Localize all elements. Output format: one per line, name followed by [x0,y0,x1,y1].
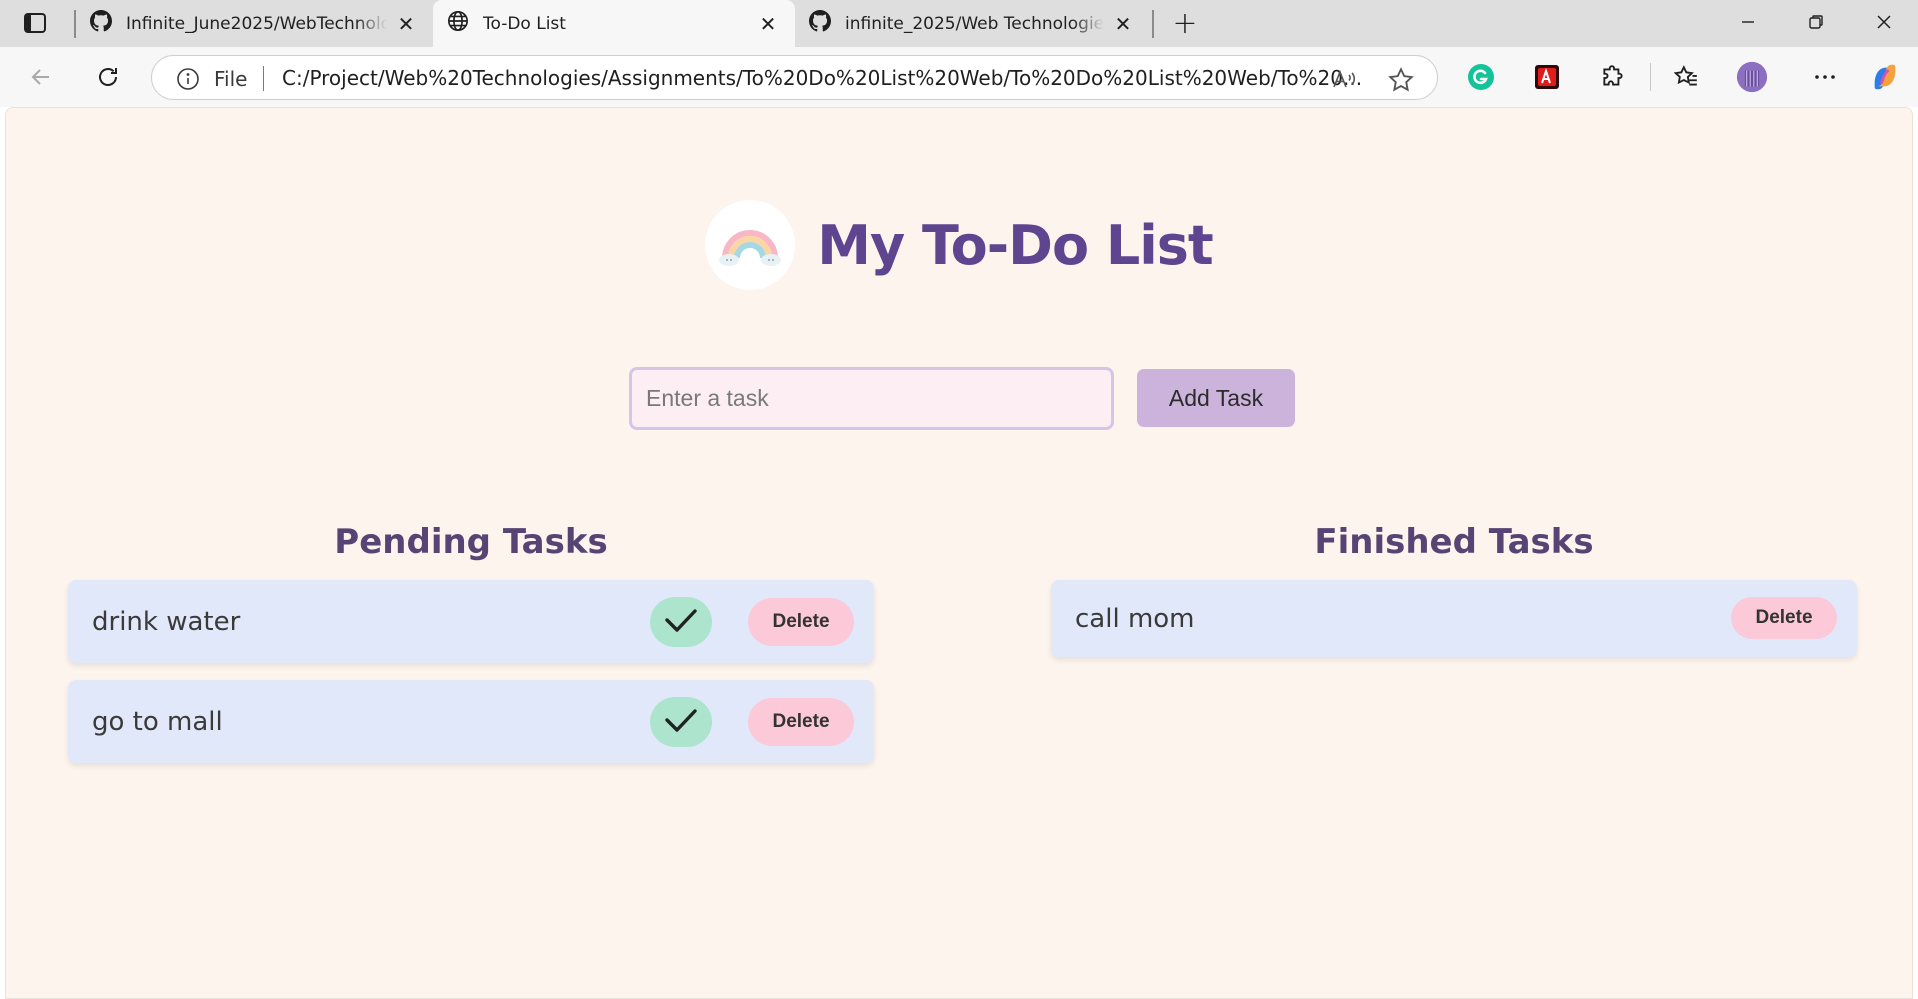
task-item: go to mall Delete [68,680,874,763]
close-icon[interactable]: ✕ [755,11,781,37]
tab-github-infinite[interactable]: infinite_2025/Web Technologies/Assignmen… [795,0,1150,47]
page-viewport: My To-Do List Add Task Pending Tasks dri… [5,107,1913,999]
tab-title: infinite_2025/Web Technologies/Assignmen… [845,13,1104,34]
rainbow-icon [705,200,796,290]
tab-todo-list[interactable]: To-Do List ✕ [433,0,795,47]
restore-icon[interactable] [1782,0,1850,44]
close-window-icon[interactable] [1850,0,1918,44]
adobe-extension-icon[interactable] [1531,61,1563,93]
pending-tasks-section: Pending Tasks drink water Delete go to m… [68,520,874,780]
github-icon [809,10,831,37]
tab-strip: Infinite_June2025/WebTechnologies ✕ To-D… [0,0,1918,47]
task-text: go to mall [92,706,223,737]
refresh-icon[interactable] [89,59,127,95]
new-tab-button[interactable]: + [1168,6,1202,41]
grammarly-extension-icon[interactable] [1465,61,1497,93]
checkmark-icon [663,606,699,639]
delete-task-button[interactable]: Delete [748,698,854,746]
favorite-star-icon[interactable] [1387,66,1415,94]
address-bar[interactable]: File C:/Project/Web%20Technologies/Assig… [151,55,1438,100]
tab-title: Infinite_June2025/WebTechnologies [126,13,387,34]
url-text[interactable]: C:/Project/Web%20Technologies/Assignment… [282,66,1442,90]
browser-toolbar: File C:/Project/Web%20Technologies/Assig… [0,47,1918,107]
close-icon[interactable]: ✕ [1110,11,1136,37]
tab-separator [1152,10,1154,38]
info-icon[interactable] [176,67,200,91]
app-header: My To-Do List [6,200,1912,290]
github-icon [90,10,112,37]
task-text: call mom [1075,603,1195,634]
finished-tasks-section: Finished Tasks call mom Delete [1051,520,1857,674]
tab-title: To-Do List [483,13,566,34]
pending-tasks-title: Pending Tasks [334,522,608,562]
more-options-icon[interactable] [1809,61,1841,93]
globe-icon [447,10,469,37]
extensions-puzzle-icon[interactable] [1597,61,1629,93]
read-aloud-icon[interactable] [1330,66,1358,94]
toolbar-separator [1650,63,1651,91]
back-icon[interactable] [22,59,60,95]
task-text: drink water [92,606,241,637]
delete-task-button[interactable]: Delete [1731,597,1837,639]
delete-task-button[interactable]: Delete [748,598,854,646]
tab-github-june[interactable]: Infinite_June2025/WebTechnologies ✕ [76,0,433,47]
add-task-button[interactable]: Add Task [1137,369,1295,427]
task-item: drink water Delete [68,580,874,663]
page-title: My To-Do List [817,213,1214,277]
checkmark-icon [663,706,699,739]
task-input[interactable] [629,367,1114,430]
finished-tasks-title: Finished Tasks [1314,522,1594,562]
task-item: call mom Delete [1051,580,1857,657]
profile-avatar-icon[interactable] [1736,61,1768,93]
complete-task-button[interactable] [650,597,712,647]
copilot-icon[interactable] [1869,61,1901,93]
close-icon[interactable]: ✕ [393,11,419,37]
tab-actions-icon[interactable] [16,10,54,36]
minimize-icon[interactable] [1714,0,1782,44]
complete-task-button[interactable] [650,697,712,747]
address-separator [263,66,264,91]
scheme-label: File [214,67,248,91]
favorites-icon[interactable] [1670,61,1702,93]
